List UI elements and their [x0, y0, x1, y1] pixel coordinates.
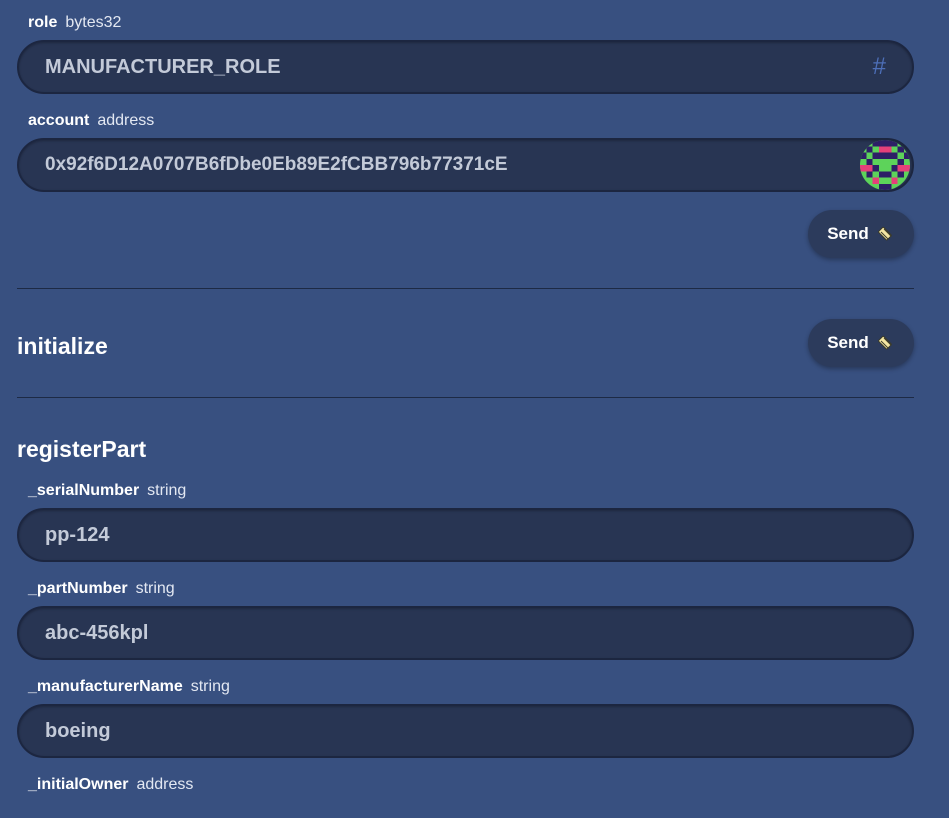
role-input-field[interactable]: #: [17, 40, 914, 94]
manufacturer-name-input[interactable]: [45, 706, 845, 756]
account-input-field[interactable]: [17, 138, 914, 192]
param-name: _manufacturerName: [28, 678, 183, 695]
send-button-label: Send: [827, 333, 869, 352]
serial-number-input[interactable]: [45, 510, 845, 560]
param-type: address: [136, 776, 194, 793]
pen-icon: [877, 335, 892, 350]
function-title-register-part: registerPart: [17, 436, 147, 462]
param-label-serial-number: _serialNumber string: [17, 478, 914, 504]
param-type: address: [97, 112, 155, 129]
account-input[interactable]: [45, 140, 845, 190]
param-name: account: [28, 112, 90, 129]
param-label-initial-owner: _initialOwner address: [17, 772, 914, 798]
send-button-label: Send: [827, 224, 869, 243]
part-number-input-field[interactable]: [17, 606, 914, 660]
param-type: string: [147, 482, 187, 499]
param-name: _initialOwner: [28, 776, 129, 793]
param-label-account: account address: [17, 108, 914, 134]
param-name: role: [28, 14, 58, 31]
initialize-send-button[interactable]: Send: [808, 319, 914, 367]
param-type: string: [135, 580, 175, 597]
param-name: _partNumber: [28, 580, 128, 597]
section-divider: [17, 397, 914, 398]
param-label-role: role bytes32: [17, 10, 914, 36]
contract-write-panel: role bytes32 # account address: [17, 0, 914, 798]
param-label-part-number: _partNumber string: [17, 576, 914, 602]
param-type: bytes32: [65, 14, 122, 31]
role-input[interactable]: [45, 42, 845, 92]
hash-icon: #: [872, 53, 886, 80]
serial-number-input-field[interactable]: [17, 508, 914, 562]
grant-role-send-row: Send: [17, 210, 914, 272]
initialize-section: initialize Send: [17, 289, 914, 397]
function-title-initialize: initialize: [17, 333, 108, 359]
param-type: string: [190, 678, 230, 695]
manufacturer-name-input-field[interactable]: [17, 704, 914, 758]
part-number-input[interactable]: [45, 608, 845, 658]
pen-icon: [877, 226, 892, 241]
param-label-manufacturer-name: _manufacturerName string: [17, 674, 914, 700]
send-button[interactable]: Send: [808, 210, 914, 258]
param-name: _serialNumber: [28, 482, 140, 499]
blockie-avatar-icon: [860, 140, 910, 190]
